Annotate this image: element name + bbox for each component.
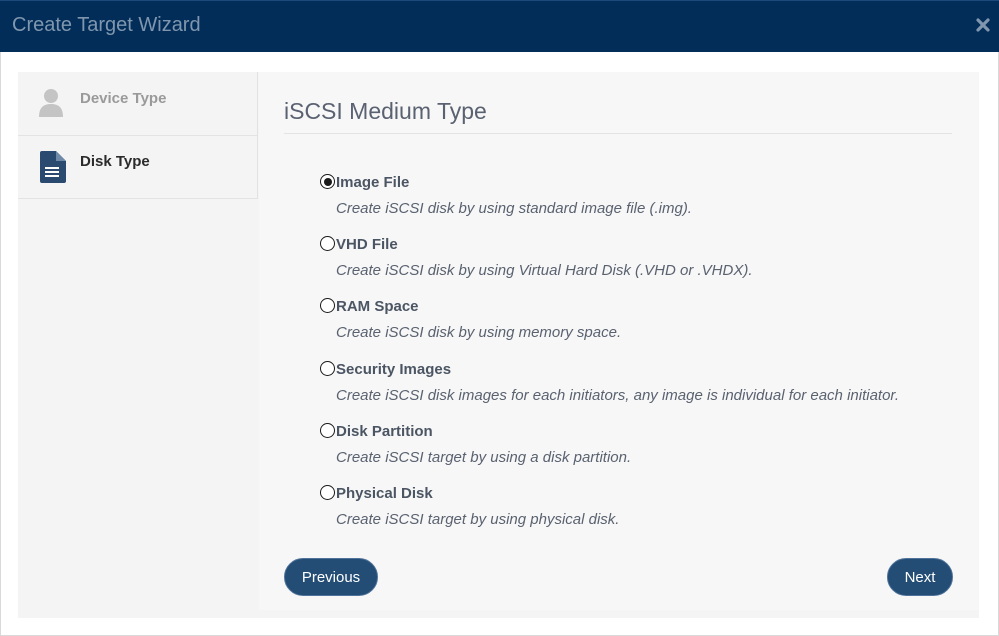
- option-description: Create iSCSI target by using physical di…: [336, 511, 620, 528]
- heading-divider: [284, 133, 952, 134]
- step-label-disk-type: Disk Type: [80, 153, 150, 170]
- option-description: Create iSCSI disk by using memory space.: [336, 324, 622, 341]
- close-icon[interactable]: [975, 17, 991, 33]
- option-label: Physical Disk: [336, 485, 433, 502]
- radio-disk-partition[interactable]: [320, 423, 335, 438]
- option-label: Image File: [336, 174, 410, 191]
- wizard-panel: Device Type Disk Type iSCSI Medium Type …: [18, 72, 979, 618]
- option-description: Create iSCSI disk by using Virtual Hard …: [336, 262, 753, 279]
- radio-security-images[interactable]: [320, 361, 335, 376]
- option-label: RAM Space: [336, 298, 419, 315]
- previous-button[interactable]: Previous: [284, 558, 378, 596]
- title-bar: Create Target Wizard: [0, 0, 999, 52]
- radio-vhd-file[interactable]: [320, 236, 335, 251]
- step-device-type[interactable]: Device Type: [18, 72, 258, 136]
- option-label: VHD File: [336, 236, 398, 253]
- option-label: Disk Partition: [336, 423, 433, 440]
- next-button[interactable]: Next: [887, 558, 953, 596]
- radio-physical-disk[interactable]: [320, 485, 335, 500]
- option-description: Create iSCSI target by using a disk part…: [336, 449, 632, 466]
- option-description: Create iSCSI disk by using standard imag…: [336, 200, 692, 217]
- option-description: Create iSCSI disk images for each initia…: [336, 387, 900, 404]
- step-disk-type[interactable]: Disk Type: [18, 136, 258, 199]
- user-icon: [38, 87, 64, 122]
- radio-image-file[interactable]: [320, 174, 335, 189]
- step-label-device-type: Device Type: [80, 90, 167, 107]
- document-icon: [38, 151, 66, 188]
- steps-sidebar: Device Type Disk Type: [18, 72, 258, 618]
- page-title: iSCSI Medium Type: [284, 98, 487, 124]
- window-title: Create Target Wizard: [12, 14, 201, 36]
- radio-ram-space[interactable]: [320, 298, 335, 313]
- content-panel: iSCSI Medium Type Image File Create iSCS…: [259, 72, 979, 610]
- sidebar-divider: [257, 72, 258, 199]
- option-label: Security Images: [336, 361, 452, 378]
